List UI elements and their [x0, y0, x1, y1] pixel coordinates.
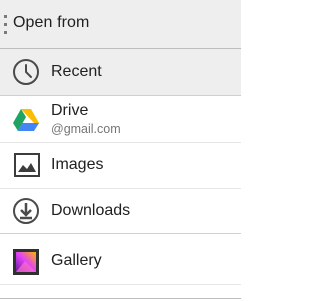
drawer-title: Open from: [13, 14, 90, 31]
root-summary: @gmail.com: [51, 122, 121, 136]
root-label: Images: [51, 156, 104, 173]
gallery-icon: [13, 249, 39, 275]
row-divider: [0, 284, 241, 285]
google-drive-icon: [13, 109, 39, 131]
root-item-gallery[interactable]: Gallery: [0, 238, 241, 284]
image-icon: [14, 153, 40, 177]
drawer-header: Open from: [0, 0, 241, 49]
root-item-recent[interactable]: Recent: [0, 49, 241, 96]
clock-icon: [13, 59, 39, 85]
download-icon: [13, 198, 39, 224]
root-item-downloads[interactable]: Downloads: [0, 188, 241, 234]
drawer-bottom-edge: [0, 298, 241, 299]
drawer-handle-icon[interactable]: [4, 15, 7, 35]
root-label: Recent: [51, 63, 102, 80]
root-label: Downloads: [51, 202, 131, 219]
root-item-drive[interactable]: Drive @gmail.com: [0, 96, 241, 142]
open-from-drawer: Open from Recent Drive @gmail.com Images: [0, 0, 241, 301]
root-label: Drive: [51, 102, 89, 119]
root-label: Gallery: [51, 252, 102, 269]
root-item-images[interactable]: Images: [0, 142, 241, 188]
